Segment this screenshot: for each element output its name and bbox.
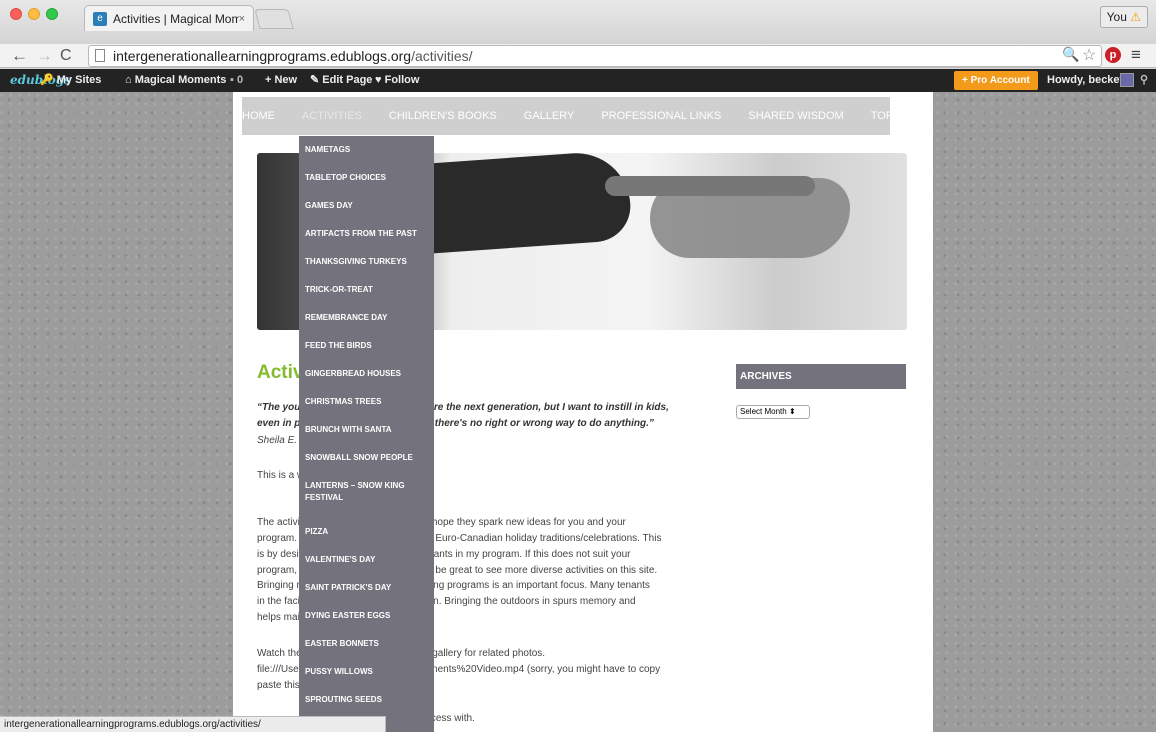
child-finger-image — [605, 176, 815, 196]
comment-count: 0 — [236, 74, 244, 86]
dropdown-item-pizza[interactable]: PIZZA — [305, 526, 430, 538]
reload-icon[interactable]: C — [60, 45, 72, 67]
pro-account-label: Pro Account — [970, 75, 1030, 86]
warning-icon: ⚠ — [1130, 10, 1141, 24]
maximize-window-button[interactable] — [46, 8, 58, 20]
edit-page-label: Edit Page — [322, 74, 373, 86]
new-label: New — [274, 74, 298, 86]
nav-home[interactable]: HOME — [242, 110, 275, 122]
activities-dropdown-menu: NAMETAGS TABLETOP CHOICES GAMES DAY ARTI… — [299, 136, 434, 732]
zoom-icon[interactable]: 🔍 — [1062, 46, 1079, 63]
dropdown-item-artifacts[interactable]: ARTIFACTS FROM THE PAST — [305, 228, 430, 240]
profile-button[interactable]: You ⚠ — [1099, 6, 1148, 28]
browser-tab[interactable]: e Activities | Magical Momen × — [84, 5, 254, 31]
profile-label: You — [1106, 10, 1127, 24]
pinterest-icon[interactable]: p — [1105, 47, 1121, 63]
main-nav: HOME ACTIVITIES CHILDREN'S BOOKS GALLERY… — [242, 97, 911, 135]
dropdown-item-games-day[interactable]: GAMES DAY — [305, 200, 430, 212]
browser-menu-icon[interactable]: ≡ — [1131, 45, 1141, 65]
dropdown-item-pussy-willows[interactable]: PUSSY WILLOWS — [305, 666, 430, 678]
address-bar[interactable]: intergenerationallearningprograms.edublo… — [88, 45, 1102, 67]
nav-activities[interactable]: ACTIVITIES — [302, 110, 362, 122]
follow-link[interactable]: ♥ Follow — [375, 69, 419, 92]
forward-icon[interactable]: → — [36, 45, 53, 67]
new-tab-button[interactable] — [254, 9, 294, 29]
nav-childrens-books[interactable]: CHILDREN'S BOOKS — [389, 110, 497, 122]
dropdown-item-valentines-day[interactable]: VALENTINE'S DAY — [305, 554, 430, 566]
dropdown-item-snowball-snow-people[interactable]: SNOWBALL SNOW PEOPLE — [305, 452, 430, 464]
dropdown-item-lanterns[interactable]: LANTERNS – SNOW KING FESTIVAL — [305, 480, 415, 504]
dropdown-item-gingerbread-houses[interactable]: GINGERBREAD HOUSES — [305, 368, 430, 380]
nav-topics[interactable]: TOPICS — [871, 110, 912, 122]
nav-gallery[interactable]: GALLERY — [524, 110, 575, 122]
admin-search-icon[interactable]: ⚲ — [1140, 69, 1148, 92]
dropdown-item-brunch-with-santa[interactable]: BRUNCH WITH SANTA — [305, 424, 430, 436]
avatar[interactable] — [1120, 73, 1134, 87]
dropdown-item-tabletop-choices[interactable]: TABLETOP CHOICES — [305, 172, 430, 184]
bookmark-star-icon[interactable]: ☆ — [1082, 45, 1096, 65]
tab-title: Activities | Magical Momen — [113, 11, 239, 26]
minimize-window-button[interactable] — [28, 8, 40, 20]
my-sites-label: My Sites — [56, 74, 102, 86]
dropdown-item-trick-or-treat[interactable]: TRICK-OR-TREAT — [305, 284, 430, 296]
url-path: /activities/ — [411, 48, 473, 64]
dropdown-item-nametags[interactable]: NAMETAGS — [305, 144, 430, 156]
page-icon — [95, 49, 105, 62]
tab-close-icon[interactable]: × — [239, 13, 245, 25]
dropdown-item-christmas-trees[interactable]: CHRISTMAS TREES — [305, 396, 430, 408]
my-sites-link[interactable]: 🔑 My Sites — [40, 69, 101, 92]
back-icon[interactable]: ← — [11, 45, 28, 67]
dropdown-item-sprouting-seeds[interactable]: SPROUTING SEEDS — [305, 694, 430, 706]
favicon-icon: e — [93, 11, 107, 26]
dropdown-item-remembrance-day[interactable]: REMEMBRANCE DAY — [305, 312, 430, 324]
status-bar: intergenerationallearningprograms.edublo… — [0, 716, 386, 732]
follow-label: Follow — [384, 74, 420, 86]
pro-account-button[interactable]: + Pro Account — [954, 71, 1038, 90]
dropdown-item-thanksgiving-turkeys[interactable]: THANKSGIVING TURKEYS — [305, 256, 430, 268]
browser-toolbar: ← → C intergenerationallearningprograms.… — [0, 44, 1156, 68]
comments-link[interactable]: ▪ 0 — [230, 69, 243, 92]
admin-bar: edublogs 🔑 My Sites ⌂ Magical Moments ▪ … — [0, 69, 1156, 92]
url-host: intergenerationallearningprograms.edublo… — [113, 48, 412, 64]
archives-widget-title: ARCHIVES — [736, 364, 906, 389]
browser-titlebar: e Activities | Magical Momen × You ⚠ — [0, 0, 1156, 44]
nav-professional-links[interactable]: PROFESSIONAL LINKS — [601, 110, 721, 122]
site-name-label: Magical Moments — [134, 74, 227, 86]
new-content-link[interactable]: + New — [265, 69, 297, 92]
site-name-link[interactable]: ⌂ Magical Moments — [125, 69, 226, 92]
archive-select-label: Select Month — [740, 407, 787, 416]
dropdown-item-feed-the-birds[interactable]: FEED THE BIRDS — [305, 340, 430, 352]
edit-page-link[interactable]: ✎ Edit Page — [310, 69, 372, 92]
dropdown-item-dying-easter-eggs[interactable]: DYING EASTER EGGS — [305, 610, 430, 622]
dropdown-item-easter-bonnets[interactable]: EASTER BONNETS — [305, 638, 430, 650]
select-arrows-icon: ⬍ — [788, 407, 796, 416]
archive-month-select[interactable]: Select Month ⬍ — [736, 405, 810, 419]
dropdown-item-saint-patricks-day[interactable]: SAINT PATRICK'S DAY — [305, 582, 430, 594]
close-window-button[interactable] — [10, 8, 22, 20]
nav-shared-wisdom[interactable]: SHARED WISDOM — [748, 110, 843, 122]
